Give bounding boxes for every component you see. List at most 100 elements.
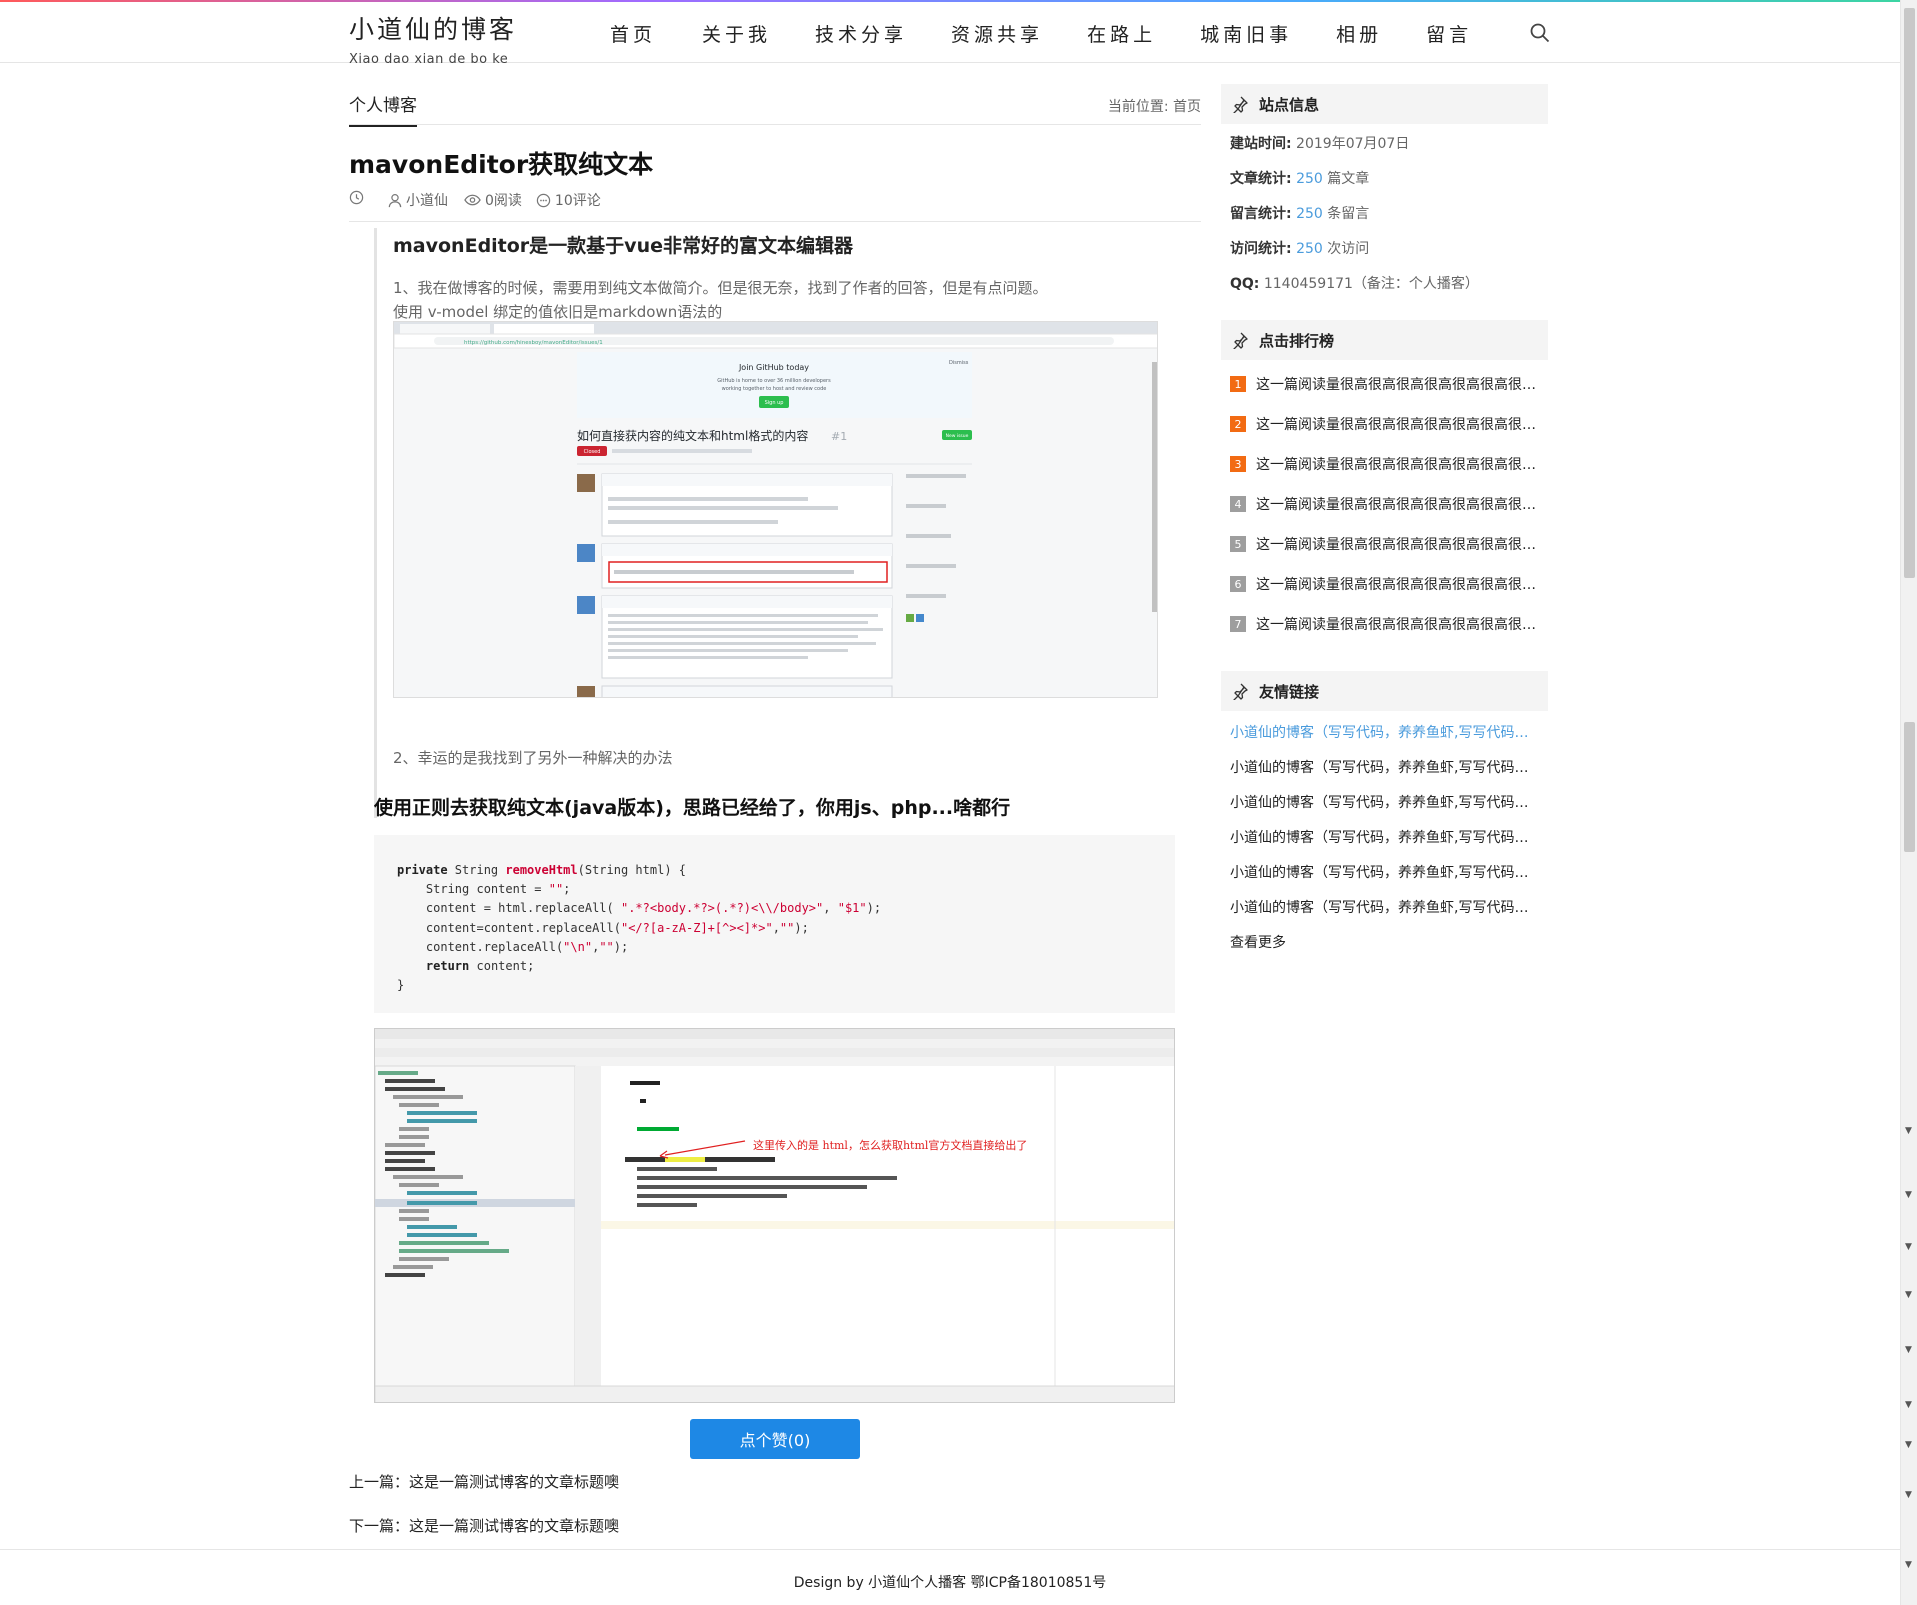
ranking-item-text[interactable]: 这一篇阅读量很高很高很高很高很高很高很高很高很高 — [1256, 534, 1540, 554]
article-heading-2: 使用正则去获取纯文本(java版本)，思路已经给了，你用js、php...啥都行 — [374, 797, 1011, 819]
rank-badge: 5 — [1230, 536, 1246, 552]
info-row-articles: 文章统计: 250 篇文章 — [1230, 171, 1370, 187]
friend-link[interactable]: 小道仙的博客（写写代码，养养鱼虾,写写代码，养养鱼虾） — [1230, 757, 1540, 777]
footer-divider — [0, 1549, 1900, 1550]
article-paragraph-1: 1、我在做博客的时候，需要用到纯文本做简介。但是很无奈，找到了作者的回答，但是有… — [393, 276, 1048, 324]
code-str: "" — [779, 920, 795, 935]
site-info-header: 站点信息 — [1221, 84, 1548, 124]
code-fn: removeHtml — [505, 863, 578, 877]
rank-badge: 3 — [1230, 456, 1246, 472]
svg-text:Sign up: Sign up — [765, 400, 784, 406]
svg-text:New issue: New issue — [946, 433, 969, 439]
like-button[interactable]: 点个赞(0) — [690, 1419, 860, 1459]
svg-text:https://github.com/hinesboy/ma: https://github.com/hinesboy/mavonEditor/… — [464, 340, 603, 346]
logo-title[interactable]: 小道仙的博客 — [349, 10, 517, 46]
ranking-item[interactable]: 3 这一篇阅读量很高很高很高很高很高很高很高很高很高 — [1230, 454, 1540, 474]
friend-links-title: 友情链接 — [1259, 682, 1320, 701]
code-kw: private — [397, 863, 448, 877]
ranking-item[interactable]: 2 这一篇阅读量很高很高很高很高很高很高很高很高很高 — [1230, 414, 1540, 434]
view-more-link[interactable]: 查看更多 — [1230, 932, 1540, 952]
chevron-down-icon: ▼ — [1905, 1400, 1912, 1410]
rank-badge: 7 — [1230, 616, 1246, 632]
comment-count[interactable]: 10评论 — [555, 190, 601, 210]
main-column: 个人博客 当前位置: 首页 mavonEditor获取纯文本 小道仙 0阅读 1… — [349, 63, 1201, 1535]
nav-resources[interactable]: 资源共享 — [951, 20, 1043, 46]
pin-icon — [1233, 332, 1248, 349]
chevron-down-icon: ▼ — [1905, 1126, 1912, 1136]
site-info-title: 站点信息 — [1259, 95, 1320, 114]
chevron-down-icon: ▼ — [1905, 1242, 1912, 1252]
ranking-item[interactable]: 1 这一篇阅读量很高很高很高很高很高很高很高很高很高 — [1230, 374, 1540, 394]
ranking-item-text[interactable]: 这一篇阅读量很高很高很高很高很高很高很高很高很高 — [1256, 374, 1540, 394]
article-title: mavonEditor获取纯文本 — [349, 150, 654, 179]
rank-badge: 6 — [1230, 576, 1246, 592]
scrollbar-thumb[interactable] — [1904, 8, 1915, 578]
article-heading-1: mavonEditor是一款基于vue非常好的富文本编辑器 — [393, 235, 853, 257]
ranking-item[interactable]: 7 这一篇阅读量很高很高很高很高很高很高很高很高很高 — [1230, 614, 1540, 634]
user-icon — [388, 193, 402, 207]
ranking-title: 点击排行榜 — [1259, 331, 1335, 350]
svg-text:Dismiss: Dismiss — [949, 360, 969, 366]
info-row-visits: 访问统计: 250 次访问 — [1230, 241, 1370, 257]
info-row-qq: QQ: 1140459171（备注：个人播客） — [1230, 276, 1479, 292]
tab-personal-blog[interactable]: 个人博客 — [349, 91, 417, 127]
article-reads: 0阅读 — [464, 190, 522, 210]
chevron-down-icon: ▼ — [1905, 1440, 1912, 1450]
code-str: ".*?<body.*?>(.*?)<\\/body>" — [620, 901, 824, 916]
search-icon[interactable] — [1529, 22, 1551, 44]
ranking-item-text[interactable]: 这一篇阅读量很高很高很高很高很高很高很高很高很高 — [1256, 414, 1540, 434]
rank-badge: 4 — [1230, 496, 1246, 512]
code-str: "</?[a-zA-Z]+[^><]*>" — [620, 920, 773, 935]
ranking-item[interactable]: 4 这一篇阅读量很高很高很高很高很高很高很高很高很高 — [1230, 494, 1540, 514]
ranking-item[interactable]: 5 这一篇阅读量很高很高很高很高很高很高很高很高很高 — [1230, 534, 1540, 554]
nav-tech[interactable]: 技术分享 — [815, 20, 907, 46]
clock-icon — [349, 190, 368, 205]
article-author: 小道仙 — [388, 190, 448, 210]
pin-icon — [1233, 96, 1248, 113]
friend-link[interactable]: 小道仙的博客（写写代码，养养鱼虾,写写代码，养养鱼虾） — [1230, 862, 1540, 882]
rank-badge: 1 — [1230, 376, 1246, 392]
nav-about[interactable]: 关于我 — [702, 20, 771, 46]
prev-article-link[interactable]: 上一篇：这是一篇测试博客的文章标题噢 — [349, 1471, 619, 1492]
current-position: 当前位置: 首页 — [1107, 99, 1201, 115]
code-block: private String removeHtml(String html) {… — [374, 835, 1175, 1013]
nav-album[interactable]: 相册 — [1336, 20, 1382, 46]
ranking-item-text[interactable]: 这一篇阅读量很高很高很高很高很高很高很高很高很高 — [1256, 494, 1540, 514]
nav-home[interactable]: 首页 — [610, 20, 656, 46]
chevron-down-icon: ▼ — [1905, 1490, 1912, 1500]
friend-link[interactable]: 小道仙的博客（写写代码，养养鱼虾,写写代码，养养鱼虾） — [1230, 897, 1540, 917]
ranking-item-text[interactable]: 这一篇阅读量很高很高很高很高很高很高很高很高很高 — [1256, 574, 1540, 594]
friend-link[interactable]: 小道仙的博客（写写代码，养养鱼虾,写写代码，养养鱼虾） — [1230, 792, 1540, 812]
author-name: 小道仙 — [406, 193, 448, 209]
svg-text:Closed: Closed — [584, 449, 601, 455]
nav-old-stories[interactable]: 城南旧事 — [1200, 20, 1292, 46]
eye-icon — [464, 194, 481, 206]
comment-icon — [536, 193, 551, 207]
ranking-item-text[interactable]: 这一篇阅读量很高很高很高很高很高很高很高很高很高 — [1256, 454, 1540, 474]
svg-text:GitHub is home to over 36 mill: GitHub is home to over 36 million develo… — [717, 378, 831, 384]
friend-links-box: 友情链接 小道仙的博客（写写代码，养养鱼虾,写写代码，养养鱼虾） 小道仙的博客（… — [1221, 671, 1548, 971]
ranking-header: 点击排行榜 — [1221, 320, 1548, 360]
ranking-box: 点击排行榜 1 这一篇阅读量很高很高很高很高很高很高很高很高很高 2 这一篇阅读量很… — [1221, 320, 1548, 650]
nav-guestbook[interactable]: 留言 — [1426, 20, 1472, 46]
site-footer: Design by 小道仙个人播客 鄂ICP备18010851号 — [793, 1575, 1107, 1591]
site-info-box: 站点信息 建站时间: 2019年07月07日 文章统计: 250 篇文章 留言统… — [1221, 84, 1548, 314]
scrollbar-thumb-secondary[interactable] — [1904, 722, 1915, 852]
code-str: "$1" — [837, 901, 867, 916]
site-logo[interactable]: 小道仙的博客 Xiao dao xian de bo ke — [349, 10, 517, 67]
next-article-link[interactable]: 下一篇：这是一篇测试博客的文章标题噢 — [349, 1515, 619, 1536]
site-header: 小道仙的博客 Xiao dao xian de bo ke 首页 关于我 技术分… — [0, 2, 1900, 67]
code-str: "" — [599, 939, 614, 954]
info-row-messages: 留言统计: 250 条留言 — [1230, 206, 1370, 222]
nav-on-the-road[interactable]: 在路上 — [1087, 20, 1156, 46]
article-paragraph-2: 2、幸运的是我找到了另外一种解决的办法 — [393, 749, 673, 767]
article-comments[interactable]: 10评论 — [536, 190, 601, 210]
ranking-item[interactable]: 6 这一篇阅读量很高很高很高很高很高很高很高很高很高 — [1230, 574, 1540, 594]
svg-text:Join GitHub today: Join GitHub today — [738, 363, 809, 372]
main-nav: 首页 关于我 技术分享 资源共享 在路上 城南旧事 相册 留言 — [610, 20, 1472, 46]
friend-link[interactable]: 小道仙的博客（写写代码，养养鱼虾,写写代码，养养鱼虾） — [1230, 722, 1540, 742]
friend-link[interactable]: 小道仙的博客（写写代码，养养鱼虾,写写代码，养养鱼虾） — [1230, 827, 1540, 847]
paragraph-1-line-1: 1、我在做博客的时候，需要用到纯文本做简介。但是很无奈，找到了作者的回答，但是有… — [393, 279, 1048, 297]
page-scrollbar[interactable]: ▼ ▼ ▼ ▼ ▼ ▼ ▼ ▼ ▼ — [1900, 0, 1917, 1605]
ranking-item-text[interactable]: 这一篇阅读量很高很高很高很高很高很高很高很高很高 — [1256, 614, 1540, 634]
